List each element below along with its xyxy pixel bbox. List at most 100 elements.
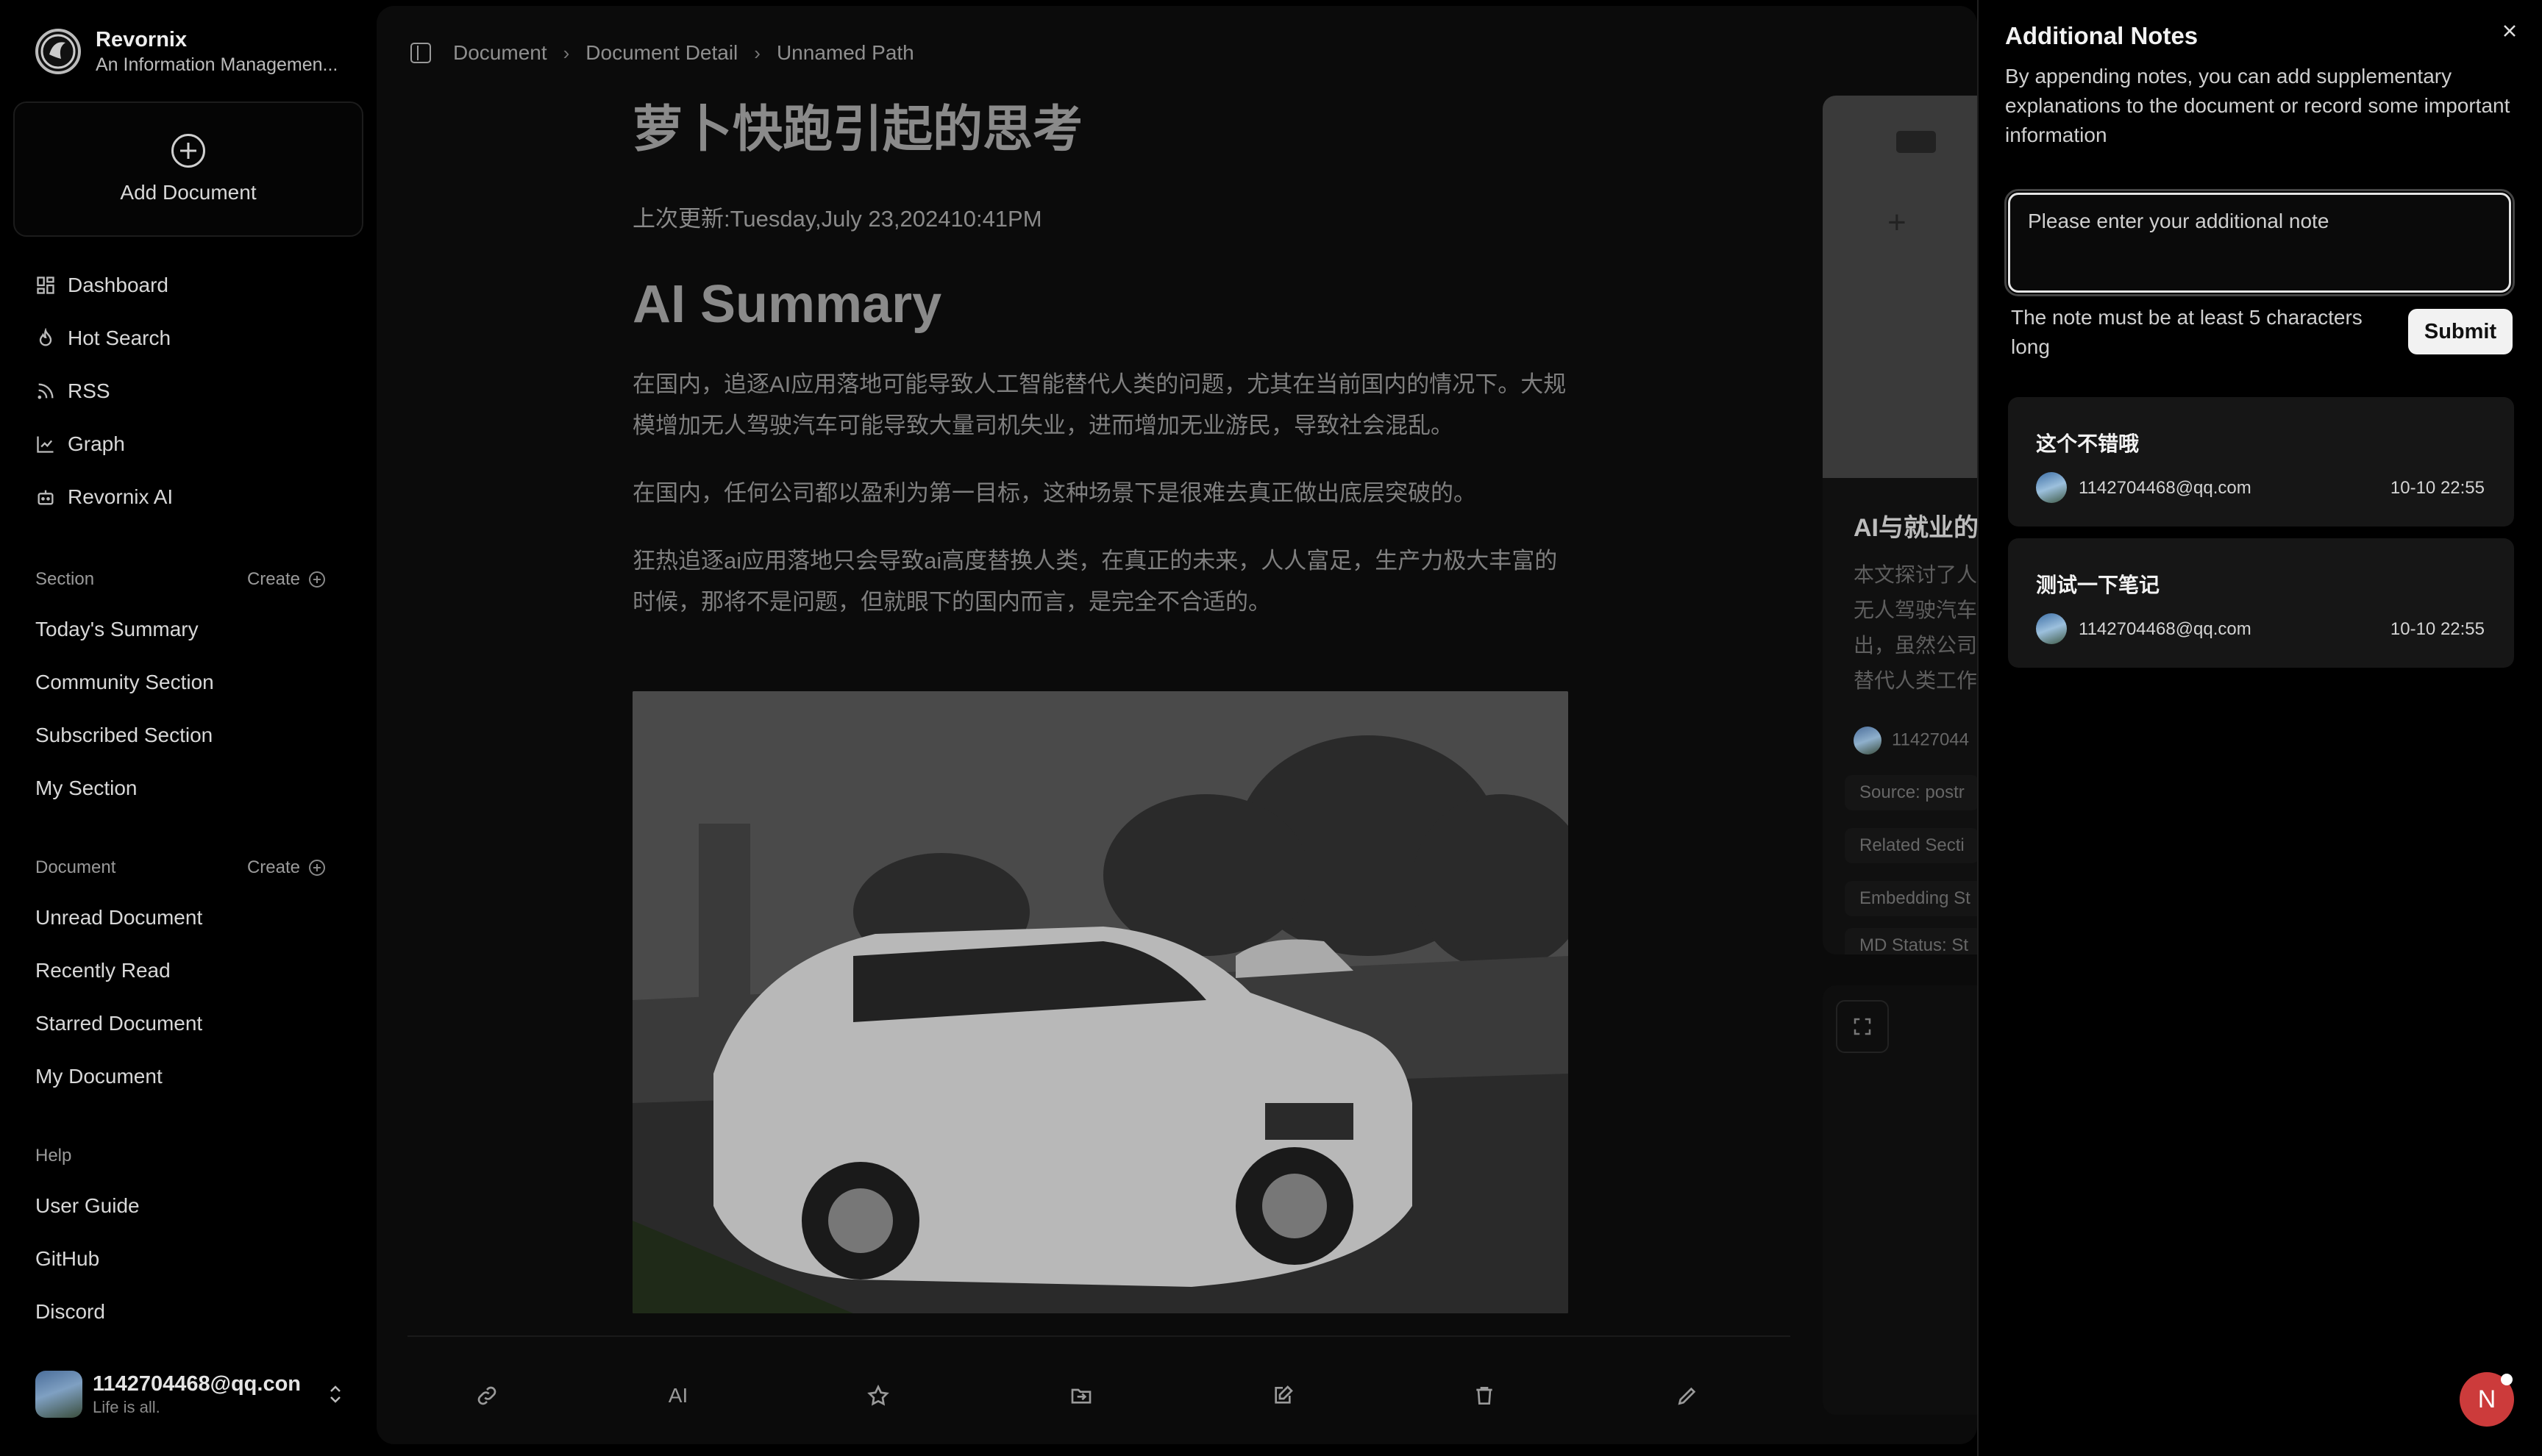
delete-button[interactable]: [1470, 1381, 1499, 1410]
link-icon: [477, 1386, 496, 1405]
summary-paragraph: 在国内，追逐AI应用落地可能导致人工智能替代人类的问题，尤其在当前国内的情况下。…: [633, 371, 1567, 438]
document-info-card: + AI与就业的 本文探讨了人 无人驾驶汽车 出，虽然公司 替代人类工作 114…: [1823, 96, 1977, 954]
create-document-button[interactable]: Create: [247, 857, 325, 878]
toolbar-divider: [407, 1335, 1790, 1337]
note-card[interactable]: 测试一下笔记 1142704468@qq.com 10-10 22:55: [2008, 538, 2514, 668]
avatar: [1854, 727, 1881, 754]
additional-notes-panel: Additional Notes By appending notes, you…: [1977, 0, 2542, 1456]
breadcrumb-document-detail[interactable]: Document Detail: [585, 41, 738, 65]
move-folder-button[interactable]: [1067, 1381, 1096, 1410]
note-length-hint: The note must be at least 5 characters l…: [2011, 306, 2363, 358]
source-pill[interactable]: Source: postr: [1845, 775, 1977, 810]
sidebar-item-github[interactable]: GitHub: [35, 1232, 344, 1285]
pencil-icon: [1678, 1387, 1696, 1405]
summary-paragraph: 在国内，任何公司都以盈利为第一目标，这种场景下是很难去真正做出底层突破的。: [633, 480, 1476, 506]
nav-rss[interactable]: RSS: [35, 365, 344, 418]
note-title: 这个不错哦: [2036, 432, 2140, 455]
document-group: Document Create Unread Document Recently…: [35, 853, 344, 1103]
create-section-button[interactable]: Create: [247, 569, 325, 590]
expand-button[interactable]: [1836, 1000, 1889, 1053]
ai-label: AI: [668, 1384, 688, 1407]
plus-circle-icon: [309, 571, 325, 588]
nav-graph[interactable]: Graph: [35, 418, 344, 471]
copy-link-button[interactable]: [472, 1381, 502, 1410]
chevrons-up-down-icon: [330, 1385, 341, 1403]
sidebar-item-my-document[interactable]: My Document: [35, 1050, 344, 1103]
section-group: Section Create Today's Summary Community…: [35, 565, 344, 815]
graph-icon: [37, 436, 54, 453]
dashboard-icon: [37, 276, 54, 294]
chevron-right-icon: ›: [754, 41, 761, 64]
bot-icon: [38, 490, 54, 505]
sidebar-item-subscribed-section[interactable]: Subscribed Section: [35, 709, 344, 762]
nav-dashboard[interactable]: Dashboard: [35, 259, 344, 312]
avatar: [35, 1371, 82, 1418]
note-author-email: 1142704468@qq.com: [2079, 619, 2251, 639]
section-heading: Section: [35, 569, 95, 589]
close-button[interactable]: [2498, 19, 2521, 43]
document-title: 萝卜快跑引起的思考: [633, 101, 1083, 157]
additional-note-input[interactable]: [2004, 189, 2515, 296]
edit-button[interactable]: [1673, 1381, 1702, 1410]
breadcrumb-current: Unnamed Path: [776, 41, 914, 64]
sidebar-item-community-section[interactable]: Community Section: [35, 656, 344, 709]
add-note-button[interactable]: [1268, 1381, 1297, 1410]
revornix-logo-icon: [35, 29, 81, 74]
help-heading: Help: [35, 1146, 72, 1166]
document-content: 萝卜快跑引起的思考 上次更新:Tuesday,July 23,202410:41…: [633, 94, 1574, 623]
sidebar-item-my-section[interactable]: My Section: [35, 762, 344, 815]
sidebar-item-recently-read[interactable]: Recently Read: [35, 944, 344, 997]
notification-dot: [2501, 1374, 2513, 1385]
document-cover-image: [633, 691, 1568, 1313]
star-button[interactable]: [864, 1381, 893, 1410]
brand-subtitle: An Information Managemen...: [96, 54, 338, 75]
note-card[interactable]: 这个不错哦 1142704468@qq.com 10-10 22:55: [2008, 397, 2514, 527]
close-icon: [2504, 25, 2516, 37]
plus-circle-icon: [309, 860, 325, 876]
summary-paragraph: 狂热追逐ai应用落地只会导致ai高度替换人类，在真正的未来，人人富足，生产力极大…: [633, 548, 1558, 615]
sidebar: Revornix An Information Managemen... Add…: [0, 0, 377, 1456]
plus-circle-icon: [171, 134, 205, 168]
flame-icon: [39, 328, 52, 346]
note-timestamp: 10-10 22:55: [2390, 478, 2485, 498]
nav-label: Hot Search: [68, 326, 171, 349]
nav-label: Graph: [68, 432, 125, 455]
card-summary: 本文探讨了人 无人驾驶汽车 出，虽然公司 替代人类工作: [1854, 563, 1977, 692]
create-label: Create: [246, 569, 300, 589]
sidebar-item-user-guide[interactable]: User Guide: [35, 1180, 344, 1232]
chevron-right-icon: ›: [563, 41, 570, 64]
submit-note-button[interactable]: Submit: [2408, 309, 2513, 354]
star-icon: [867, 1384, 889, 1406]
create-label: Create: [246, 857, 300, 877]
trash-icon: [1476, 1387, 1492, 1405]
graph-card: [1823, 985, 1977, 1415]
document-main: Document › Document Detail › Unnamed Pat…: [377, 6, 1977, 1444]
user-menu[interactable]: 1142704468@qq.con Life is all.: [35, 1371, 344, 1418]
main-nav: Dashboard Hot Search RSS Graph Revornix …: [35, 259, 344, 524]
add-document-button[interactable]: Add Document: [13, 101, 363, 237]
md-status-pill: MD Status: St: [1845, 928, 1977, 954]
last-updated: 上次更新:Tuesday,July 23,202410:41PM: [633, 206, 1042, 232]
note-timestamp: 10-10 22:55: [2390, 619, 2485, 639]
nav-hot-search[interactable]: Hot Search: [35, 312, 344, 365]
breadcrumb-document[interactable]: Document: [453, 41, 547, 65]
card-author: 11427044: [1854, 727, 1969, 754]
sidebar-item-discord[interactable]: Discord: [35, 1285, 344, 1338]
breadcrumb: Document › Document Detail › Unnamed Pat…: [410, 41, 914, 65]
note-edit-icon: [1275, 1385, 1293, 1404]
nav-revornix-ai[interactable]: Revornix AI: [35, 471, 344, 524]
folder-icon: [1071, 1388, 1092, 1404]
panel-description: By appending notes, you can add suppleme…: [2005, 65, 2510, 146]
plus-icon: +: [1887, 204, 1906, 240]
avatar: [2036, 613, 2067, 644]
brand[interactable]: Revornix An Information Managemen...: [35, 26, 360, 76]
ai-button[interactable]: AI: [663, 1381, 693, 1410]
nav-label: RSS: [68, 379, 110, 402]
sidebar-item-unread-document[interactable]: Unread Document: [35, 891, 344, 944]
related-section-pill[interactable]: Related Secti: [1845, 828, 1977, 863]
note-title: 测试一下笔记: [2036, 574, 2160, 596]
fab-label: N: [2477, 1385, 2496, 1413]
toggle-sidebar-icon[interactable]: [410, 43, 431, 63]
sidebar-item-starred-document[interactable]: Starred Document: [35, 997, 344, 1050]
sidebar-item-todays-summary[interactable]: Today's Summary: [35, 603, 344, 656]
